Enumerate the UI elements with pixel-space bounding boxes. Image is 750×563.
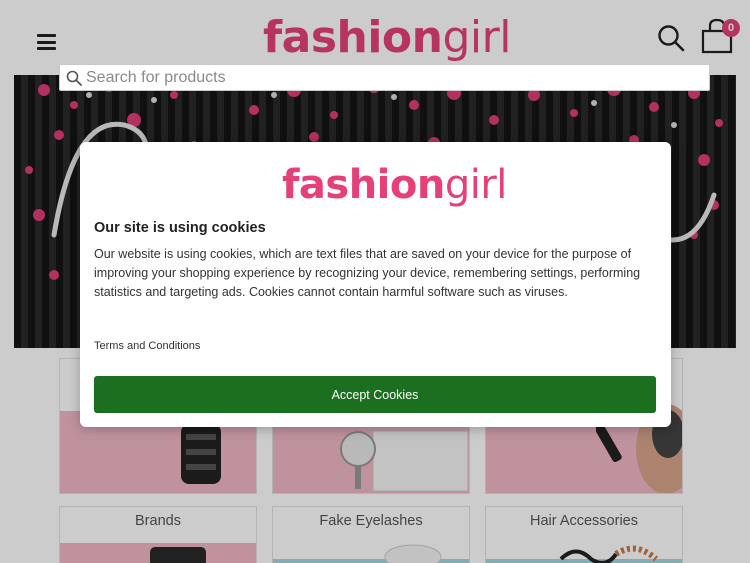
modal-logo-part-fashion: fashion: [282, 162, 445, 208]
search-icon: [66, 70, 82, 86]
modal-logo: fashiongirl: [282, 162, 507, 208]
cookie-modal-text: Our website is using cookies, which are …: [94, 247, 641, 299]
accept-cookies-button[interactable]: Accept Cookies: [94, 376, 656, 413]
cookie-consent-modal: fashiongirl Our site is using cookies Ou…: [80, 142, 671, 427]
terms-and-conditions-link[interactable]: Terms and Conditions: [94, 340, 200, 352]
modal-logo-part-girl: girl: [444, 162, 508, 208]
search-bar[interactable]: [59, 64, 710, 91]
cookie-modal-title: Our site is using cookies: [94, 220, 266, 236]
search-input[interactable]: [86, 67, 686, 89]
